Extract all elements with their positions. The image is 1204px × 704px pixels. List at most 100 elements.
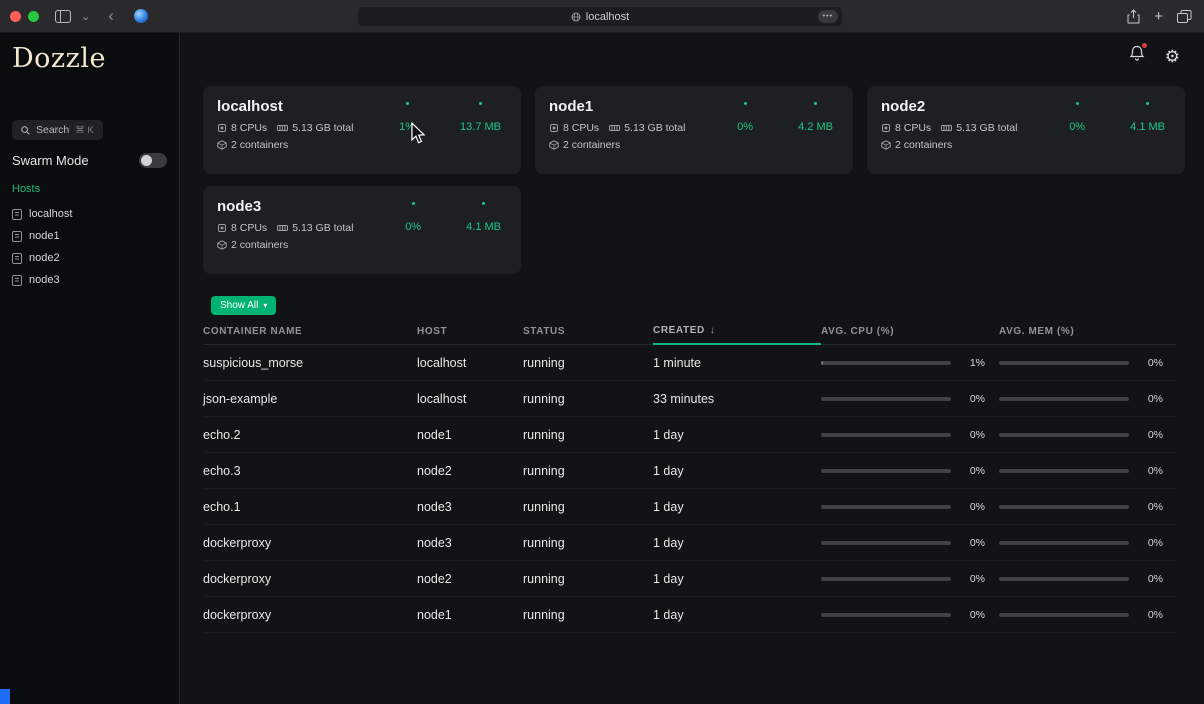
sort-descending-icon: ↓ — [710, 325, 716, 336]
page-settings-badge[interactable]: ••• — [818, 10, 838, 23]
header-status[interactable]: STATUS — [523, 318, 653, 344]
host-card-node1[interactable]: node1 8 CPUs 5.13 GB total 2 containers … — [535, 86, 853, 174]
table-row[interactable]: dockerproxy node3 running 1 day 0% 0% — [203, 525, 1176, 561]
cell-mem-percent: 0% — [1137, 465, 1163, 477]
cell-host: node1 — [417, 428, 523, 442]
cell-mem-percent: 0% — [1137, 573, 1163, 585]
cell-container-name: echo.3 — [203, 464, 417, 478]
table-row[interactable]: dockerproxy node2 running 1 day 0% 0% — [203, 561, 1176, 597]
cell-status: running — [523, 608, 653, 622]
cell-host: localhost — [417, 392, 523, 406]
close-window-button[interactable] — [10, 11, 21, 22]
header-created[interactable]: CREATED↓ — [653, 319, 821, 345]
address-bar[interactable]: localhost ••• — [358, 7, 842, 26]
card-cpus: 8 CPUs — [231, 222, 267, 234]
tab-overview-icon[interactable] — [1177, 10, 1192, 23]
memory-icon — [277, 124, 288, 132]
card-memory: 5.13 GB total — [956, 122, 1017, 134]
cell-container-name: dockerproxy — [203, 536, 417, 550]
cell-cpu-percent: 0% — [959, 573, 985, 585]
cell-created: 1 day — [653, 464, 821, 478]
card-cpus: 8 CPUs — [895, 122, 931, 134]
card-memory: 5.13 GB total — [292, 122, 353, 134]
host-icon — [12, 253, 22, 264]
cell-container-name: json-example — [203, 392, 417, 406]
cell-host: node2 — [417, 464, 523, 478]
cell-status: running — [523, 536, 653, 550]
host-name: localhost — [29, 208, 72, 220]
search-label: Search — [36, 124, 69, 136]
swarm-mode-toggle[interactable] — [139, 153, 167, 168]
cell-container-name: dockerproxy — [203, 608, 417, 622]
cpu-icon — [881, 123, 891, 133]
table-row[interactable]: suspicious_morse localhost running 1 min… — [203, 345, 1176, 381]
host-card-node3[interactable]: node3 8 CPUs 5.13 GB total 2 containers … — [203, 186, 521, 274]
window-controls — [10, 11, 39, 22]
cell-mem-percent: 0% — [1137, 537, 1163, 549]
cell-cpu-percent: 1% — [959, 357, 985, 369]
sidebar-item-localhost[interactable]: localhost — [0, 203, 179, 225]
header-avg-mem[interactable]: AVG. MEM (%) — [999, 318, 1176, 344]
mem-sparkline-dot — [482, 202, 485, 205]
cell-container-name: echo.1 — [203, 500, 417, 514]
sidebar-toggle-icon[interactable] — [55, 10, 71, 23]
cell-host: node3 — [417, 500, 523, 514]
table-row[interactable]: echo.2 node1 running 1 day 0% 0% — [203, 417, 1176, 453]
cell-created: 1 day — [653, 500, 821, 514]
cell-status: running — [523, 356, 653, 370]
show-all-button[interactable]: Show All ▾ — [211, 296, 276, 315]
cpu-icon — [217, 123, 227, 133]
swarm-mode-row: Swarm Mode — [12, 153, 167, 168]
sidebar-item-node1[interactable]: node1 — [0, 225, 179, 247]
mem-bar — [999, 433, 1129, 437]
card-cpu-percent: 0% — [405, 221, 421, 233]
card-mem-used: 4.1 MB — [1130, 121, 1165, 133]
cell-mem-percent: 0% — [1137, 429, 1163, 441]
header-avg-cpu[interactable]: AVG. CPU (%) — [821, 318, 999, 344]
table-header-row: CONTAINER NAME HOST STATUS CREATED↓ AVG.… — [203, 318, 1176, 345]
notifications-button[interactable] — [1129, 45, 1145, 67]
header-container-name[interactable]: CONTAINER NAME — [203, 318, 417, 344]
header-host[interactable]: HOST — [417, 318, 523, 344]
mem-sparkline-dot — [1146, 102, 1149, 105]
browser-chrome: ⌄ ‹ localhost ••• + — [0, 0, 1204, 33]
table-row[interactable]: json-example localhost running 33 minute… — [203, 381, 1176, 417]
cell-mem-percent: 0% — [1137, 501, 1163, 513]
chevron-down-icon[interactable]: ⌄ — [81, 10, 90, 23]
cell-container-name: dockerproxy — [203, 572, 417, 586]
memory-icon — [609, 124, 620, 132]
sidebar-item-node3[interactable]: node3 — [0, 269, 179, 291]
back-button[interactable]: ‹ — [108, 6, 114, 26]
cell-created: 1 day — [653, 428, 821, 442]
card-containers: 2 containers — [231, 139, 288, 151]
cpu-bar — [821, 361, 951, 365]
new-tab-button[interactable]: + — [1154, 9, 1163, 24]
cpu-bar — [821, 469, 951, 473]
cpu-sparkline-dot — [1076, 102, 1079, 105]
cell-host: localhost — [417, 356, 523, 370]
mem-bar — [999, 541, 1129, 545]
host-icon — [12, 275, 22, 286]
host-name: node2 — [29, 252, 60, 264]
share-icon[interactable] — [1127, 9, 1140, 24]
sidebar-item-node2[interactable]: node2 — [0, 247, 179, 269]
cell-created: 1 day — [653, 608, 821, 622]
table-row[interactable]: echo.1 node3 running 1 day 0% 0% — [203, 489, 1176, 525]
card-memory: 5.13 GB total — [624, 122, 685, 134]
cell-mem-percent: 0% — [1137, 357, 1163, 369]
main-content: ⚙ localhost 8 CPUs 5.13 GB total 2 conta… — [180, 33, 1204, 704]
search-icon — [21, 126, 30, 135]
cell-cpu-percent: 0% — [959, 501, 985, 513]
host-list: localhost node1 node2 node3 — [0, 203, 179, 291]
host-card-node2[interactable]: node2 8 CPUs 5.13 GB total 2 containers … — [867, 86, 1185, 174]
zoom-window-button[interactable] — [28, 11, 39, 22]
gear-icon[interactable]: ⚙ — [1165, 48, 1180, 65]
table-row[interactable]: dockerproxy node1 running 1 day 0% 0% — [203, 597, 1176, 633]
cell-cpu-percent: 0% — [959, 609, 985, 621]
table-row[interactable]: echo.3 node2 running 1 day 0% 0% — [203, 453, 1176, 489]
cell-host: node1 — [417, 608, 523, 622]
cpu-sparkline-dot — [406, 102, 409, 105]
host-card-localhost[interactable]: localhost 8 CPUs 5.13 GB total 2 contain… — [203, 86, 521, 174]
search-button[interactable]: Search ⌘ K — [12, 120, 103, 140]
app-logo[interactable]: Dozzle — [12, 43, 106, 74]
